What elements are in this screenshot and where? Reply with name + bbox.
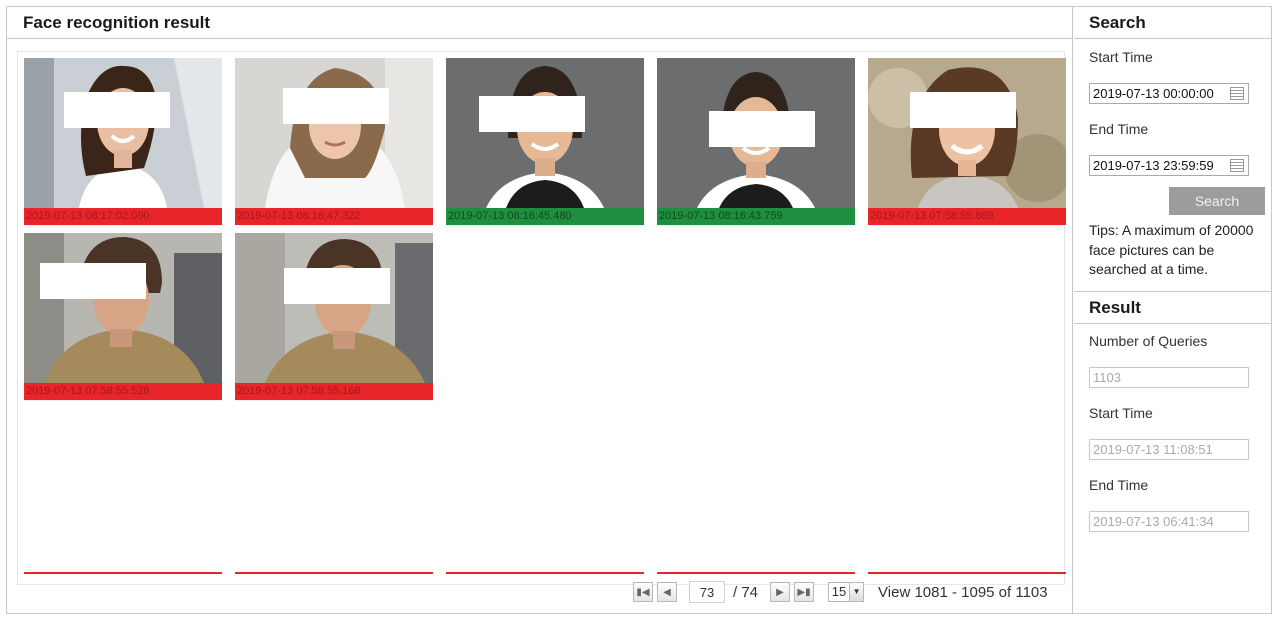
empty-slot xyxy=(235,572,433,574)
page-number-input[interactable]: 73 xyxy=(689,581,725,603)
empty-slot xyxy=(24,572,222,574)
chevron-down-icon[interactable]: ▼ xyxy=(849,583,864,601)
result-end-field: 2019-07-13 06:41:34 xyxy=(1089,511,1249,532)
empty-slot xyxy=(446,572,644,574)
face-photo[interactable] xyxy=(657,58,855,208)
search-start-value: 2019-07-13 00:00:00 xyxy=(1093,86,1214,101)
face-card[interactable]: 2019-07-13 07:58:55.889 xyxy=(868,58,1066,226)
search-end-value: 2019-07-13 23:59:59 xyxy=(1093,158,1214,173)
last-page-icon[interactable]: ▶▮ xyxy=(794,582,815,602)
timestamp-bar: 2019-07-13 07:58:55.168 xyxy=(235,383,433,400)
timestamp-bar: 2019-07-13 08:16:43.759 xyxy=(657,208,855,225)
queries-label: Number of Queries xyxy=(1089,333,1208,349)
view-range-text: View 1081 - 1095 of 1103 xyxy=(878,583,1048,601)
panel-title: Face recognition result xyxy=(7,7,1072,39)
search-end-label: End Time xyxy=(1089,121,1149,137)
calendar-icon[interactable] xyxy=(1230,87,1244,100)
privacy-mask xyxy=(40,263,146,299)
side-panel: Search Start Time 2019-07-13 00:00:00 En… xyxy=(1074,7,1271,613)
page-size-select[interactable]: 15 ▼ xyxy=(828,582,865,602)
timestamp-bar: 2019-07-13 08:17:02.090 xyxy=(24,208,222,225)
face-grid: 2019-07-13 08:17:02.090 2019-07-13 08:16… xyxy=(17,51,1066,585)
pagination-bar: ▮◀ ◀ 73 / 74 ▶ ▶▮ 15 ▼ View 1081 - 1095 … xyxy=(633,580,1048,604)
face-card[interactable]: 2019-07-13 07:58:55.168 xyxy=(235,233,433,401)
face-photo[interactable] xyxy=(868,58,1066,208)
face-recognition-window: Face recognition result 2019-07-13 08:17… xyxy=(6,6,1272,614)
result-start-field: 2019-07-13 11:08:51 xyxy=(1089,439,1249,460)
prev-page-icon[interactable]: ◀ xyxy=(657,582,677,602)
face-card[interactable]: 2019-07-13 08:16:47.322 xyxy=(235,58,433,226)
calendar-icon[interactable] xyxy=(1230,159,1244,172)
privacy-mask xyxy=(284,268,390,304)
empty-slot xyxy=(868,572,1066,574)
timestamp-bar: 2019-07-13 07:58:55.889 xyxy=(868,208,1066,225)
result-section-title: Result xyxy=(1074,292,1271,324)
result-end-label: End Time xyxy=(1089,477,1149,493)
empty-slot xyxy=(657,572,855,574)
total-pages: / 74 xyxy=(733,583,759,601)
privacy-mask xyxy=(64,92,170,128)
timestamp-bar: 2019-07-13 08:16:45.480 xyxy=(446,208,644,225)
privacy-mask xyxy=(479,96,585,132)
first-page-icon[interactable]: ▮◀ xyxy=(633,582,653,602)
next-page-icon[interactable]: ▶ xyxy=(770,582,791,602)
face-photo[interactable] xyxy=(235,58,433,208)
face-photo[interactable] xyxy=(235,233,433,383)
privacy-mask xyxy=(283,88,389,124)
queries-field: 1103 xyxy=(1089,367,1249,388)
face-card[interactable]: 2019-07-13 07:58:55.528 xyxy=(24,233,222,401)
search-start-label: Start Time xyxy=(1089,49,1153,65)
timestamp-bar: 2019-07-13 07:58:55.528 xyxy=(24,383,222,400)
face-card[interactable]: 2019-07-13 08:17:02.090 xyxy=(24,58,222,226)
timestamp-bar: 2019-07-13 08:16:47.322 xyxy=(235,208,433,225)
search-tips: Tips: A maximum of 20000 face pictures c… xyxy=(1089,222,1254,277)
face-photo[interactable] xyxy=(446,58,644,208)
privacy-mask xyxy=(709,111,815,147)
face-photo[interactable] xyxy=(24,58,222,208)
face-card[interactable]: 2019-07-13 08:16:43.759 xyxy=(657,58,855,226)
result-start-label: Start Time xyxy=(1089,405,1153,421)
search-section-title: Search xyxy=(1074,7,1271,39)
search-start-field[interactable]: 2019-07-13 00:00:00 xyxy=(1089,83,1249,104)
privacy-mask xyxy=(910,92,1016,128)
face-photo[interactable] xyxy=(24,233,222,383)
results-panel: Face recognition result 2019-07-13 08:17… xyxy=(7,7,1073,613)
search-end-field[interactable]: 2019-07-13 23:59:59 xyxy=(1089,155,1249,176)
page-size-value: 15 xyxy=(829,583,850,601)
face-card[interactable]: 2019-07-13 08:16:45.480 xyxy=(446,58,644,226)
search-button[interactable]: Search xyxy=(1169,187,1265,215)
